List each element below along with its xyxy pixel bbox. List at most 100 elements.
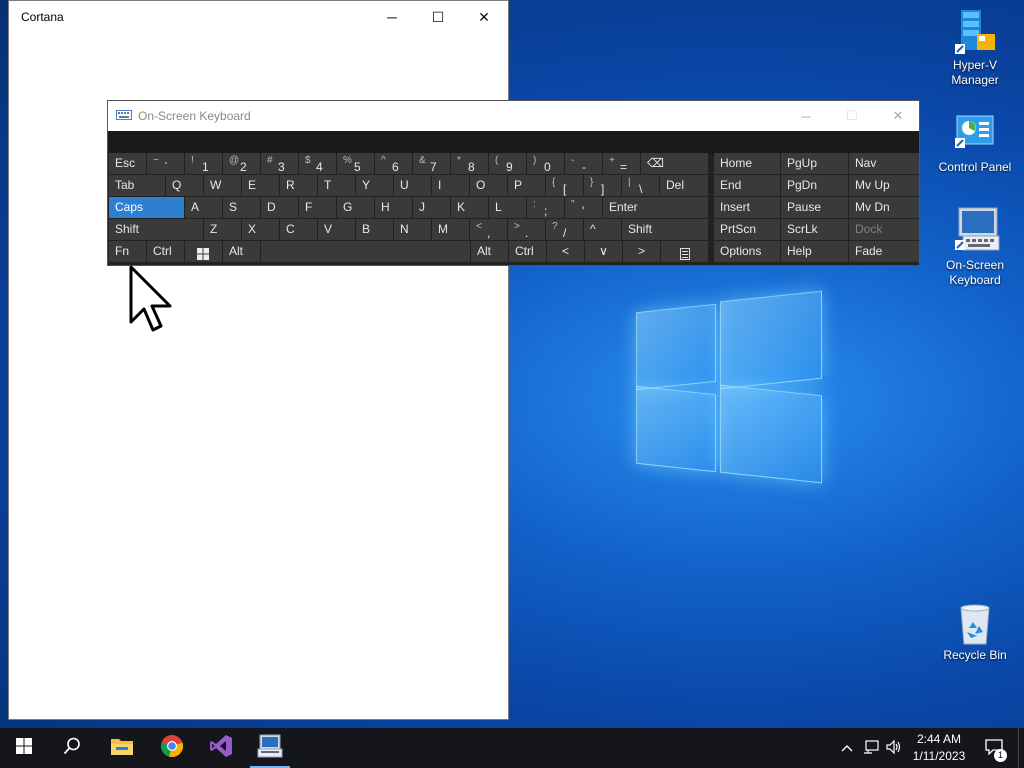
cortana-maximize-button[interactable]: ☐: [415, 1, 461, 33]
key-o[interactable]: O: [470, 175, 507, 196]
key-pause[interactable]: Pause: [781, 197, 848, 218]
key-menu[interactable]: [661, 241, 708, 262]
osk-close-button[interactable]: ✕: [875, 101, 921, 131]
key-insert[interactable]: Insert: [714, 197, 780, 218]
key-p[interactable]: P: [508, 175, 545, 196]
key-enter[interactable]: Enter: [603, 197, 708, 218]
key-v[interactable]: V: [318, 219, 355, 240]
desktop-icon-hyper-v[interactable]: Hyper-V Manager: [939, 8, 1011, 88]
key-0[interactable]: ) 0: [527, 153, 564, 174]
key-alt-left[interactable]: Alt: [223, 241, 260, 262]
key-z[interactable]: Z: [204, 219, 241, 240]
key-k[interactable]: K: [451, 197, 488, 218]
key-shift-left[interactable]: Shift: [109, 219, 203, 240]
start-button[interactable]: [0, 728, 48, 768]
key-f[interactable]: F: [299, 197, 336, 218]
key-down-arrow[interactable]: ∨: [585, 241, 622, 262]
key-alt-right[interactable]: Alt: [471, 241, 508, 262]
key-e[interactable]: E: [242, 175, 279, 196]
taskbar-file-explorer[interactable]: [98, 728, 146, 768]
key-right-bracket[interactable]: }]: [584, 175, 621, 196]
volume-button[interactable]: [883, 728, 905, 768]
key-1[interactable]: ! 1: [185, 153, 222, 174]
key-pgup[interactable]: PgUp: [781, 153, 848, 174]
key-n[interactable]: N: [394, 219, 431, 240]
key-shift-right[interactable]: Shift: [622, 219, 708, 240]
key-prtscn[interactable]: PrtScn: [714, 219, 780, 240]
key-semicolon[interactable]: :;: [527, 197, 564, 218]
key-pgdn[interactable]: PgDn: [781, 175, 848, 196]
key-r[interactable]: R: [280, 175, 317, 196]
key-up-arrow[interactable]: ^: [584, 219, 621, 240]
taskbar-visual-studio[interactable]: [197, 728, 245, 768]
key-backspace[interactable]: ⌫: [641, 153, 708, 174]
key-a[interactable]: A: [185, 197, 222, 218]
key-b[interactable]: B: [356, 219, 393, 240]
show-desktop-button[interactable]: [1018, 728, 1024, 768]
key-m[interactable]: M: [432, 219, 469, 240]
taskbar-clock[interactable]: 2:44 AM 1/11/2023: [906, 731, 972, 765]
key-space[interactable]: [261, 241, 470, 262]
key-6[interactable]: ^ 6: [375, 153, 412, 174]
key-period[interactable]: >.: [508, 219, 545, 240]
key-tab[interactable]: Tab: [109, 175, 165, 196]
key-5[interactable]: % 5: [337, 153, 374, 174]
key-ctrl-left[interactable]: Ctrl: [147, 241, 184, 262]
key-ctrl-right[interactable]: Ctrl: [509, 241, 546, 262]
desktop-icon-recycle-bin[interactable]: Recycle Bin: [939, 602, 1011, 663]
key-esc[interactable]: Esc: [109, 153, 146, 174]
key-l[interactable]: L: [489, 197, 526, 218]
key-right-arrow[interactable]: >: [623, 241, 660, 262]
key-mv-up[interactable]: Mv Up: [849, 175, 919, 196]
key-c[interactable]: C: [280, 219, 317, 240]
key-g[interactable]: G: [337, 197, 374, 218]
cortana-minimize-button[interactable]: ─: [369, 1, 415, 33]
network-button[interactable]: [860, 728, 882, 768]
key-u[interactable]: U: [394, 175, 431, 196]
key-3[interactable]: #3: [261, 153, 298, 174]
key-4[interactable]: $4: [299, 153, 336, 174]
key-left-arrow[interactable]: <: [547, 241, 584, 262]
search-button[interactable]: [48, 728, 96, 768]
osk-minimize-button[interactable]: ─: [783, 101, 829, 131]
key-minus[interactable]: --: [565, 153, 602, 174]
key-h[interactable]: H: [375, 197, 412, 218]
cortana-close-button[interactable]: ✕: [461, 1, 507, 33]
key-comma[interactable]: <,: [470, 219, 507, 240]
key-fn[interactable]: Fn: [109, 241, 146, 262]
key-home[interactable]: Home: [714, 153, 780, 174]
taskbar-on-screen-keyboard[interactable]: [246, 728, 294, 768]
osk-title-bar[interactable]: On-Screen Keyboard ─ ☐ ✕: [108, 101, 919, 131]
key-left-bracket[interactable]: {[: [546, 175, 583, 196]
key-quote[interactable]: " ': [565, 197, 602, 218]
taskbar-chrome[interactable]: [148, 728, 196, 768]
key-8[interactable]: * 8: [451, 153, 488, 174]
key-end[interactable]: End: [714, 175, 780, 196]
on-screen-keyboard-window[interactable]: On-Screen Keyboard ─ ☐ ✕ Esc ~ ` ! 1 @2 #3…: [107, 100, 920, 266]
key-delete[interactable]: Del: [660, 175, 708, 196]
key-fade[interactable]: Fade: [849, 241, 919, 262]
desktop-icon-on-screen-keyboard[interactable]: On-Screen Keyboard: [939, 206, 1011, 288]
key-mv-dn[interactable]: Mv Dn: [849, 197, 919, 218]
desktop-icon-control-panel[interactable]: Control Panel: [939, 114, 1011, 175]
show-hidden-icons-button[interactable]: [836, 728, 858, 768]
key-nav[interactable]: Nav: [849, 153, 919, 174]
key-d[interactable]: D: [261, 197, 298, 218]
key-backtick[interactable]: ~ `: [147, 153, 184, 174]
key-x[interactable]: X: [242, 219, 279, 240]
key-w[interactable]: W: [204, 175, 241, 196]
key-q[interactable]: Q: [166, 175, 203, 196]
key-scrlk[interactable]: ScrLk: [781, 219, 848, 240]
key-t[interactable]: T: [318, 175, 355, 196]
key-2[interactable]: @2: [223, 153, 260, 174]
key-9[interactable]: (9: [489, 153, 526, 174]
key-equals[interactable]: + =: [603, 153, 640, 174]
key-s[interactable]: S: [223, 197, 260, 218]
key-windows[interactable]: [185, 241, 222, 262]
key-caps-lock[interactable]: Caps: [109, 197, 184, 218]
key-options[interactable]: Options: [714, 241, 780, 262]
key-j[interactable]: J: [413, 197, 450, 218]
key-i[interactable]: I: [432, 175, 469, 196]
action-center-button[interactable]: 1: [980, 728, 1008, 768]
key-slash[interactable]: ? /: [546, 219, 583, 240]
